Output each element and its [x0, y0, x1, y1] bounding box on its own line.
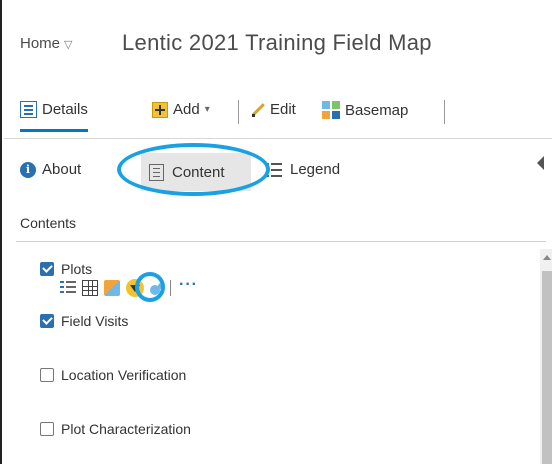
divider — [16, 241, 546, 242]
layer-item-plot-characterization[interactable]: Plot Characterization — [40, 421, 191, 437]
layer-item-plots[interactable]: Plots — [40, 261, 92, 277]
home-label: Home — [20, 35, 61, 52]
map-title: Lentic 2021 Training Field Map — [122, 30, 432, 55]
layer-label: Location Verification — [61, 367, 187, 383]
layer-item-field-visits[interactable]: Field Visits — [40, 313, 128, 329]
basemap-label: Basemap — [345, 101, 409, 119]
layer-visibility-checkbox[interactable] — [40, 262, 54, 276]
show-table-icon[interactable] — [82, 280, 98, 296]
details-panel: i About Content Legend Contents Plots ··… — [4, 139, 552, 464]
toolbar-separator — [238, 100, 239, 124]
layer-visibility-checkbox[interactable] — [40, 314, 54, 328]
toolbar-separator — [444, 100, 445, 124]
chevron-down-icon: ▽ — [64, 39, 73, 51]
layer-visibility-checkbox[interactable] — [40, 368, 54, 382]
more-options-icon[interactable]: ··· — [179, 276, 198, 294]
content-icon — [149, 163, 164, 181]
details-label: Details — [42, 101, 88, 118]
tab-content[interactable]: Content — [141, 153, 251, 191]
toolbar: Details Add ▾ Edit Basemap — [4, 88, 552, 138]
active-tab-indicator — [20, 129, 88, 132]
collapse-panel-icon[interactable] — [537, 156, 544, 170]
tab-about[interactable]: i About — [20, 161, 81, 178]
layer-tools: ··· — [60, 276, 198, 298]
edit-button[interactable]: Edit — [251, 101, 296, 118]
add-icon — [152, 101, 168, 118]
scroll-thumb[interactable] — [542, 271, 552, 464]
details-icon — [20, 101, 37, 118]
filter-icon[interactable] — [126, 279, 144, 297]
add-label: Add — [173, 101, 200, 118]
layer-visibility-checkbox[interactable] — [40, 422, 54, 436]
edit-label: Edit — [270, 101, 296, 118]
layer-item-location-verification[interactable]: Location Verification — [40, 367, 186, 383]
pencil-icon — [251, 103, 265, 117]
layer-label: Field Visits — [61, 313, 129, 329]
app-frame: Home ▽ Lentic 2021 Training Field Map Det… — [0, 0, 552, 464]
caret-down-icon: ▾ — [204, 104, 210, 115]
home-menu[interactable]: Home ▽ — [20, 35, 72, 52]
legend-icon — [266, 162, 282, 178]
tool-separator — [170, 280, 171, 296]
scrollbar[interactable] — [540, 249, 552, 464]
basemap-icon — [322, 101, 340, 119]
map-header: Home ▽ Lentic 2021 Training Field Map — [4, 0, 552, 88]
tab-legend-label: Legend — [290, 161, 341, 178]
tab-about-label: About — [42, 161, 82, 178]
show-item-details-icon[interactable] — [60, 280, 76, 296]
layer-label: Plot Characterization — [61, 421, 191, 437]
basemap-button[interactable]: Basemap — [322, 101, 408, 119]
layer-label: Plots — [61, 261, 93, 277]
perform-analysis-icon[interactable] — [150, 285, 160, 295]
layer-list: Plots ··· Field Visits Location Verifica… — [4, 249, 552, 464]
add-button[interactable]: Add ▾ — [152, 101, 210, 118]
details-button[interactable]: Details — [20, 101, 88, 132]
panel-tabs: i About Content Legend — [4, 139, 552, 203]
scroll-up-icon[interactable] — [543, 255, 551, 260]
tab-legend[interactable]: Legend — [266, 161, 340, 178]
contents-heading: Contents — [20, 215, 77, 231]
info-icon: i — [20, 161, 36, 178]
change-style-icon[interactable] — [104, 280, 120, 296]
tab-content-label: Content — [172, 163, 225, 181]
